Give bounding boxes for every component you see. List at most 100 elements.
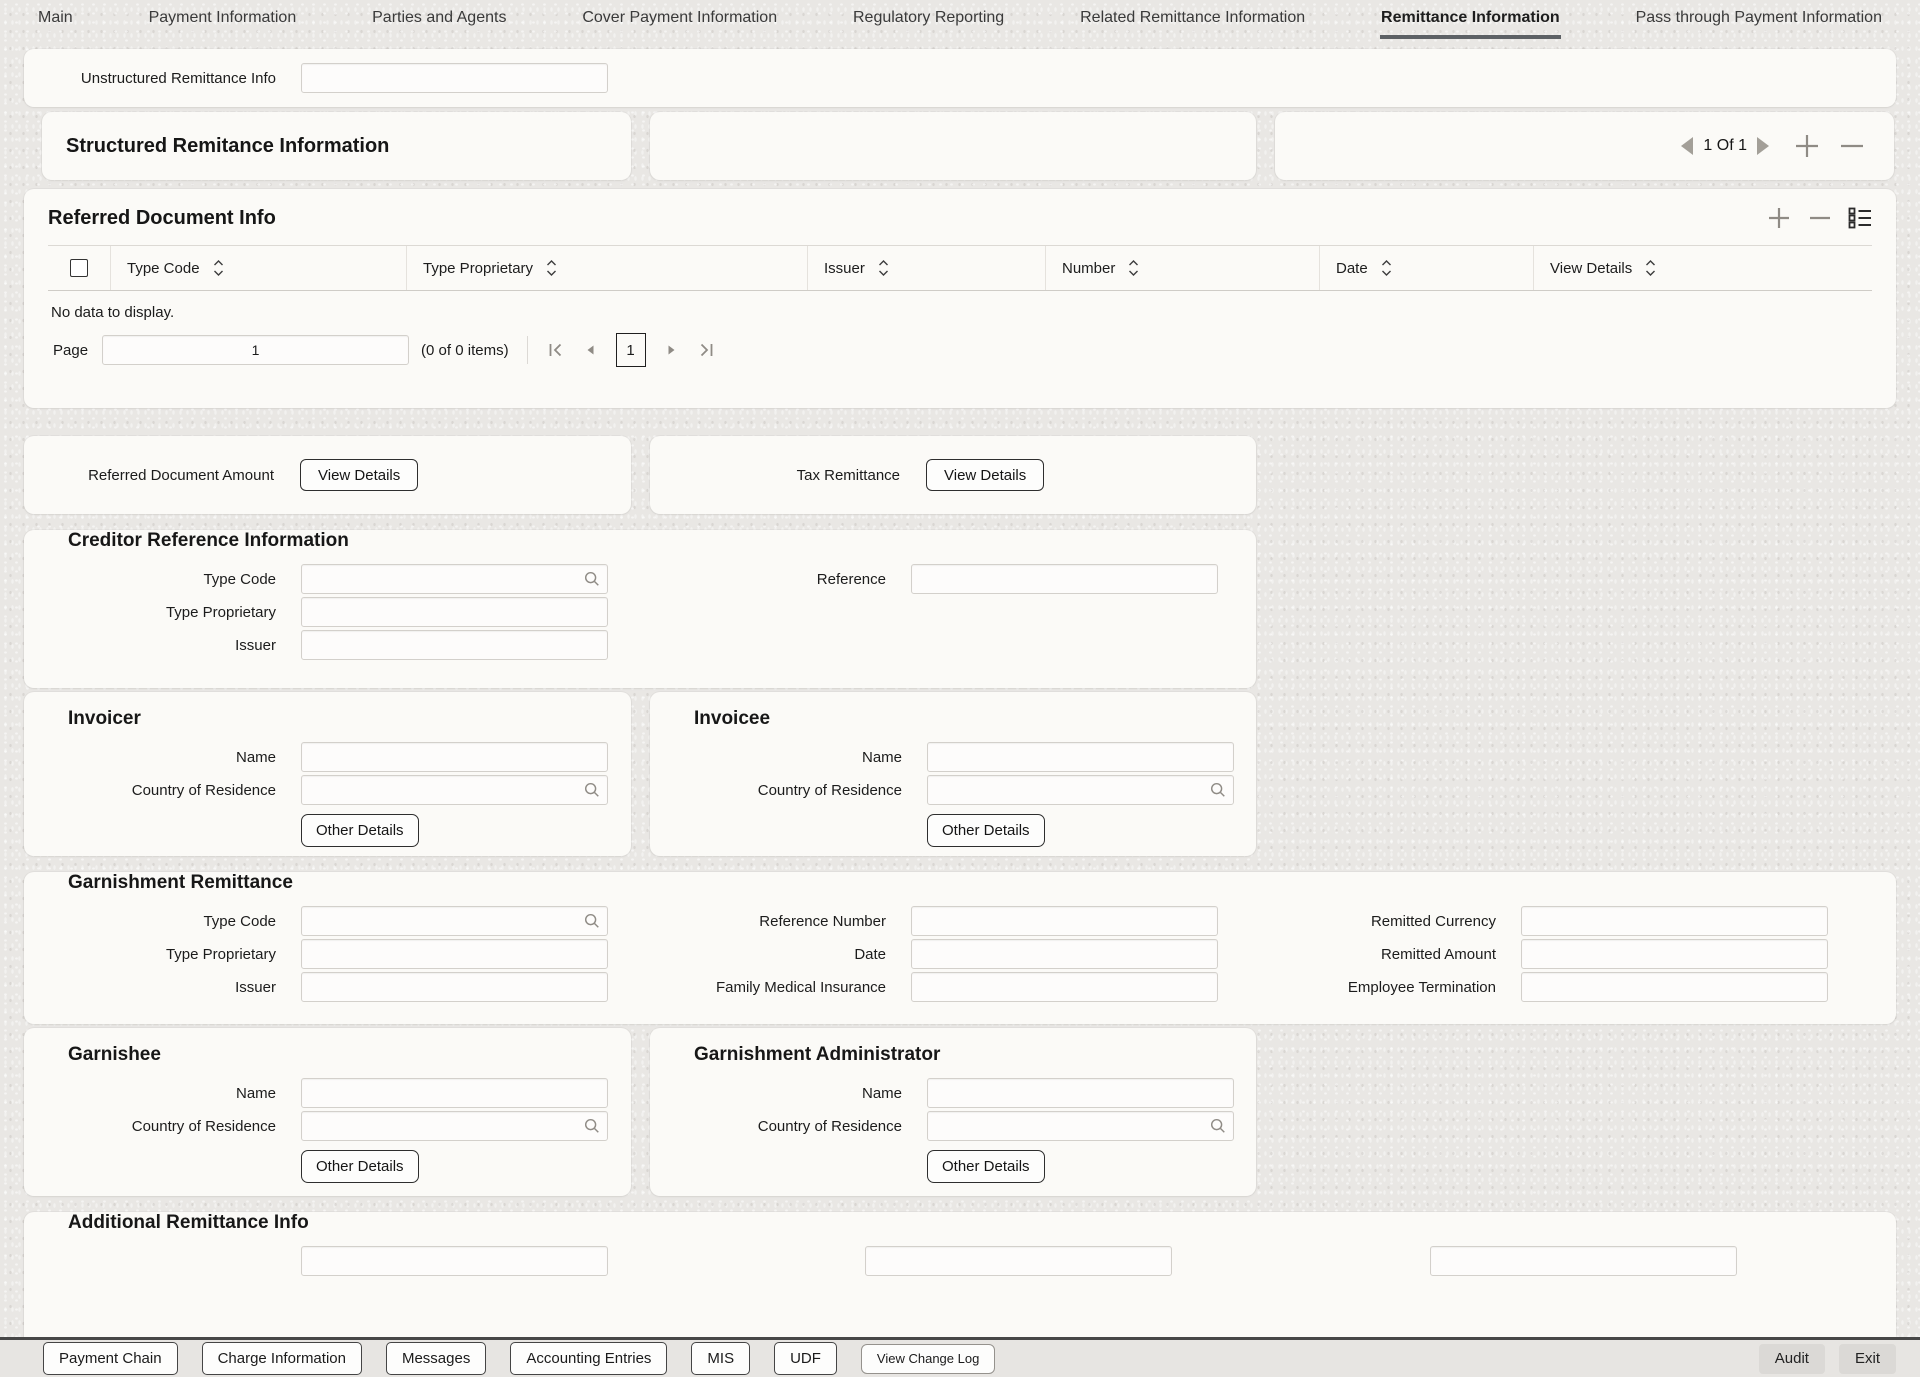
audit-button[interactable]: Audit [1759, 1344, 1825, 1374]
referred-document-amount-view-details-button[interactable]: View Details [300, 459, 418, 491]
tab-related-remittance-information[interactable]: Related Remittance Information [1079, 7, 1306, 39]
add-record-icon[interactable] [1792, 131, 1822, 161]
invoicee-name-input[interactable] [927, 742, 1234, 772]
remove-record-icon[interactable] [1838, 131, 1866, 161]
payment-chain-button[interactable]: Payment Chain [43, 1342, 178, 1375]
tab-cover-payment-information[interactable]: Cover Payment Information [581, 7, 778, 39]
garnishment-remitted-amount-input[interactable] [1521, 939, 1828, 969]
sort-icon[interactable] [213, 259, 224, 277]
garnishment-family-medical-insurance-input[interactable] [911, 972, 1218, 1002]
garnishment-remittance-card: Garnishment Remittance Type Code Type P [24, 872, 1896, 1024]
accounting-entries-button[interactable]: Accounting Entries [510, 1342, 667, 1375]
column-header-type-code[interactable]: Type Code [110, 246, 406, 290]
last-page-icon[interactable] [698, 342, 714, 358]
additional-remittance-input-1[interactable] [301, 1246, 608, 1276]
messages-button[interactable]: Messages [386, 1342, 486, 1375]
search-icon[interactable] [583, 912, 601, 930]
unstructured-remittance-input[interactable] [301, 63, 608, 93]
garnishment-type-code-input[interactable] [301, 906, 608, 936]
charge-information-button[interactable]: Charge Information [202, 1342, 362, 1375]
search-icon[interactable] [583, 1117, 601, 1135]
previous-page-icon[interactable] [584, 343, 596, 357]
tax-remittance-view-details-button[interactable]: View Details [926, 459, 1044, 491]
sort-icon[interactable] [1645, 259, 1656, 277]
garnishment-employee-termination-input[interactable] [1521, 972, 1828, 1002]
invoicee-country-input[interactable] [927, 775, 1234, 805]
garnishment-administrator-card: Garnishment Administrator Name Country o… [650, 1028, 1256, 1196]
previous-record-icon[interactable] [1678, 135, 1695, 157]
search-icon[interactable] [1209, 1117, 1227, 1135]
garnishment-reference-number-input[interactable] [911, 906, 1218, 936]
garnishment-administrator-country-input[interactable] [927, 1111, 1234, 1141]
search-icon[interactable] [583, 781, 601, 799]
invoicer-country-input[interactable] [301, 775, 608, 805]
single-view-list-icon[interactable] [1848, 207, 1872, 229]
sort-icon[interactable] [1128, 259, 1139, 277]
creditor-reference-label: Reference [658, 571, 886, 588]
garnishee-other-details-button[interactable]: Other Details [301, 1150, 419, 1183]
garnishment-remitted-currency-input[interactable] [1521, 906, 1828, 936]
page-label: Page [53, 342, 88, 359]
garnishment-type-proprietary-input[interactable] [301, 939, 608, 969]
tab-pass-through-payment-information[interactable]: Pass through Payment Information [1635, 7, 1883, 39]
creditor-type-code-input[interactable] [301, 564, 608, 594]
column-label: View Details [1550, 260, 1632, 277]
tab-regulatory-reporting[interactable]: Regulatory Reporting [852, 7, 1005, 39]
exit-button[interactable]: Exit [1839, 1344, 1896, 1374]
current-page-button[interactable]: 1 [616, 333, 646, 367]
sort-icon[interactable] [546, 259, 557, 277]
sort-icon[interactable] [1381, 259, 1392, 277]
column-header-type-proprietary[interactable]: Type Proprietary [406, 246, 807, 290]
creditor-type-proprietary-label: Type Proprietary [48, 604, 276, 621]
column-header-view-details[interactable]: View Details [1533, 246, 1872, 290]
creditor-reference-input[interactable] [911, 564, 1218, 594]
udf-button[interactable]: UDF [774, 1342, 837, 1375]
remove-row-icon[interactable] [1808, 205, 1832, 231]
additional-remittance-input-2[interactable] [865, 1246, 1172, 1276]
select-all-checkbox[interactable] [70, 259, 88, 277]
tab-parties-and-agents[interactable]: Parties and Agents [371, 7, 507, 39]
column-label: Date [1336, 260, 1368, 277]
sort-icon[interactable] [878, 259, 889, 277]
garnishment-issuer-input[interactable] [301, 972, 608, 1002]
garnishment-administrator-name-input[interactable] [927, 1078, 1234, 1108]
creditor-issuer-input[interactable] [301, 630, 608, 660]
creditor-type-proprietary-input[interactable] [301, 597, 608, 627]
tab-main[interactable]: Main [37, 7, 74, 39]
column-header-date[interactable]: Date [1319, 246, 1533, 290]
view-change-log-button[interactable]: View Change Log [861, 1344, 995, 1374]
invoicee-title: Invoicee [694, 708, 1236, 730]
search-icon[interactable] [1209, 781, 1227, 799]
tab-remittance-information[interactable]: Remittance Information [1380, 7, 1561, 39]
garnishee-name-label: Name [48, 1085, 276, 1102]
garnishment-remittance-title: Garnishment Remittance [68, 872, 1872, 894]
garnishee-name-input[interactable] [301, 1078, 608, 1108]
garnishee-country-input[interactable] [301, 1111, 608, 1141]
first-page-icon[interactable] [548, 342, 564, 358]
tax-remittance-label: Tax Remittance [674, 467, 900, 484]
invoicer-name-input[interactable] [301, 742, 608, 772]
invoicer-other-details-button[interactable]: Other Details [301, 814, 419, 847]
search-icon[interactable] [583, 570, 601, 588]
structured-remittance-empty-card [650, 112, 1256, 180]
garnishment-reference-number-label: Reference Number [658, 913, 886, 930]
next-record-icon[interactable] [1755, 135, 1772, 157]
add-row-icon[interactable] [1766, 205, 1792, 231]
next-page-icon[interactable] [666, 343, 678, 357]
additional-remittance-input-3[interactable] [1430, 1246, 1737, 1276]
garnishment-date-input[interactable] [911, 939, 1218, 969]
column-header-issuer[interactable]: Issuer [807, 246, 1045, 290]
garnishment-administrator-other-details-button[interactable]: Other Details [927, 1150, 1045, 1183]
view-details-row: Referred Document Amount View Details Ta… [24, 436, 1896, 514]
mis-button[interactable]: MIS [691, 1342, 750, 1375]
page-number-input[interactable] [102, 335, 409, 365]
column-header-number[interactable]: Number [1045, 246, 1319, 290]
tab-payment-information[interactable]: Payment Information [148, 7, 298, 39]
structured-remittance-title: Structured Remitance Information [66, 135, 389, 158]
garnishment-type-code-label: Type Code [48, 913, 276, 930]
remittance-information-page: Main Payment Information Parties and Age… [0, 0, 1920, 1364]
invoicee-other-details-button[interactable]: Other Details [927, 814, 1045, 847]
referred-document-info-card: Referred Document Info [24, 189, 1896, 408]
main-content: Unstructured Remittance Info Structured … [0, 49, 1920, 1364]
pager-divider [527, 336, 528, 364]
